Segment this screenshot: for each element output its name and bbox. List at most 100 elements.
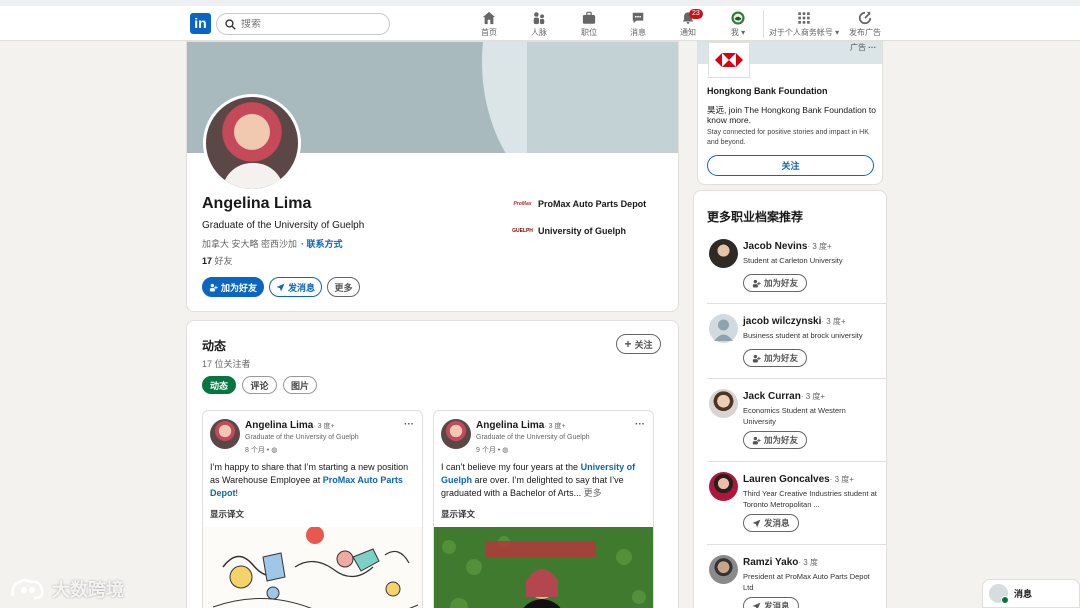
tab-posts[interactable]: 动态: [202, 376, 236, 394]
location-text: 加拿大 安大略 密西沙加: [202, 239, 298, 249]
message-button[interactable]: 发消息: [269, 277, 322, 297]
profile-photo[interactable]: [203, 94, 301, 192]
send-icon: [752, 602, 761, 608]
person-degree: · 3 度+: [821, 317, 846, 326]
connect-button-label: 加为好友: [764, 435, 799, 445]
send-icon: [752, 519, 761, 527]
post-menu-icon[interactable]: ···: [635, 419, 645, 430]
follow-button[interactable]: + 关注: [616, 334, 661, 354]
watermark-logo-icon: [11, 578, 44, 600]
post-degree: · 3 度+: [544, 423, 566, 430]
person-headline: Student at Carleton University: [743, 256, 843, 265]
briefcase-icon: [582, 11, 596, 24]
divider: [707, 378, 886, 379]
message-button-label: 发消息: [287, 282, 315, 293]
post-author-avatar[interactable]: [210, 419, 240, 449]
connect-button[interactable]: 加为好友: [202, 277, 264, 297]
person-name[interactable]: Jacob Nevins: [743, 241, 807, 252]
more-button[interactable]: 更多: [327, 277, 360, 297]
tab-images[interactable]: 图片: [283, 376, 317, 394]
search-box[interactable]: [216, 13, 390, 35]
connect-button[interactable]: 加为好友: [743, 349, 808, 367]
divider: [707, 544, 886, 545]
post-card[interactable]: Angelina Lima· 3 度+ Graduate of the Univ…: [433, 410, 654, 608]
show-translation-link[interactable]: 显示译文: [210, 508, 244, 520]
nav-notifications[interactable]: 23 通知: [665, 9, 711, 38]
hsbc-logo[interactable]: [708, 42, 750, 78]
tab-comments[interactable]: 评论: [242, 376, 277, 394]
nav-ads[interactable]: 发布广告: [842, 11, 888, 38]
post-image-graduation-photo[interactable]: [434, 527, 653, 608]
top-nav-bar: in 首页 人脉 职位 消息 23 通知 我 ▾ 对于个人商务帐号 ▾ 发布广告: [0, 0, 1080, 41]
nav-ads-label: 发布广告: [849, 28, 881, 37]
post-text: I can’t believe my four years at the Uni…: [441, 462, 636, 498]
org-education[interactable]: GUELPH University of Guelph: [512, 225, 626, 237]
post-author[interactable]: Angelina Lima· 3 度+: [476, 420, 566, 431]
post-card[interactable]: Angelina Lima· 3 度+ Graduate of the Univ…: [202, 410, 423, 608]
connect-button[interactable]: 加为好友: [743, 431, 808, 449]
person-degree: · 3 度+: [807, 242, 832, 251]
avatar[interactable]: [709, 314, 738, 343]
ad-message: 昊远, join The Hongkong Bank Foundation to…: [707, 105, 877, 125]
message-button-label: 发消息: [764, 601, 790, 608]
see-more-link[interactable]: 更多: [581, 488, 602, 498]
followers-count: 17 位关注者: [202, 359, 251, 369]
profile-card: Angelina Lima Graduate of the University…: [186, 41, 679, 312]
avatar: [989, 584, 1009, 604]
messaging-dock[interactable]: 消息: [982, 579, 1080, 608]
nav-me[interactable]: 我 ▾: [715, 11, 761, 38]
avatar[interactable]: [709, 389, 738, 418]
ad-tag[interactable]: 广告 ···: [850, 42, 876, 53]
nav-business[interactable]: 对于个人商务帐号 ▾: [766, 11, 842, 38]
watermark: 大数跨境: [10, 576, 124, 602]
linkedin-logo[interactable]: in: [190, 13, 211, 34]
contact-info-link[interactable]: · 联系方式: [301, 239, 343, 249]
person-name[interactable]: Lauren Goncalves: [743, 474, 830, 485]
post-degree: · 3 度+: [313, 423, 335, 430]
watermark-text: 大数跨境: [52, 580, 124, 600]
nav-network-label: 人脉: [531, 28, 547, 37]
more-options-icon: ···: [868, 43, 877, 52]
avatar[interactable]: [709, 239, 738, 268]
post-time: 9 个月 • ◍: [476, 447, 509, 454]
avatar[interactable]: [709, 555, 738, 584]
post-author-headline: Graduate of the University of Guelph: [245, 434, 359, 441]
friends-count[interactable]: 17 好友: [202, 254, 233, 267]
chevron-down-icon: ▾: [741, 28, 746, 37]
person-name[interactable]: Ramzi Yako: [743, 557, 798, 568]
search-input[interactable]: [241, 18, 381, 30]
add-person-icon: [752, 354, 761, 362]
nav-me-label: 我: [730, 28, 739, 37]
post-author[interactable]: Angelina Lima· 3 度+: [245, 420, 335, 431]
ad-card: 广告 ··· Hongkong Bank Foundation 昊远, join…: [697, 41, 883, 185]
person-name[interactable]: Jack Curran: [743, 391, 801, 402]
nav-messaging[interactable]: 消息: [615, 11, 661, 38]
nav-divider: [763, 10, 764, 38]
org-name: University of Guelph: [538, 226, 627, 236]
friends-number: 17: [202, 256, 213, 266]
person-name[interactable]: jacob wilczynski: [743, 316, 821, 327]
nav-notifications-label: 通知: [680, 28, 696, 37]
nav-home[interactable]: 首页: [466, 11, 512, 38]
post-time: 8 个月 • ◍: [245, 447, 278, 454]
profile-headline: Graduate of the University of Guelph: [202, 220, 365, 231]
message-button[interactable]: 发消息: [743, 597, 799, 608]
browser-edge: [0, 0, 1080, 6]
nav-jobs[interactable]: 职位: [566, 11, 612, 38]
post-menu-icon[interactable]: ···: [404, 419, 414, 430]
add-person-icon: [752, 436, 761, 444]
nav-business-label: 对于个人商务帐号: [768, 28, 833, 37]
activity-title: 动态: [202, 339, 227, 353]
activity-card: 动态 17 位关注者 + 关注 动态 评论 图片 Angelina Lima· …: [186, 320, 679, 608]
post-image-illustration[interactable]: [203, 527, 422, 608]
org-current-company[interactable]: ProMax ProMax Auto Parts Depot: [512, 198, 646, 210]
person-headline: Third Year Creative Industries student a…: [743, 489, 877, 509]
show-translation-link[interactable]: 显示译文: [441, 508, 475, 520]
message-button[interactable]: 发消息: [743, 514, 799, 532]
connect-button[interactable]: 加为好友: [743, 274, 808, 292]
send-icon: [276, 283, 285, 291]
avatar[interactable]: [709, 472, 738, 501]
post-author-avatar[interactable]: [441, 419, 471, 449]
ad-follow-button[interactable]: 关注: [707, 155, 874, 176]
nav-network[interactable]: 人脉: [516, 11, 562, 38]
